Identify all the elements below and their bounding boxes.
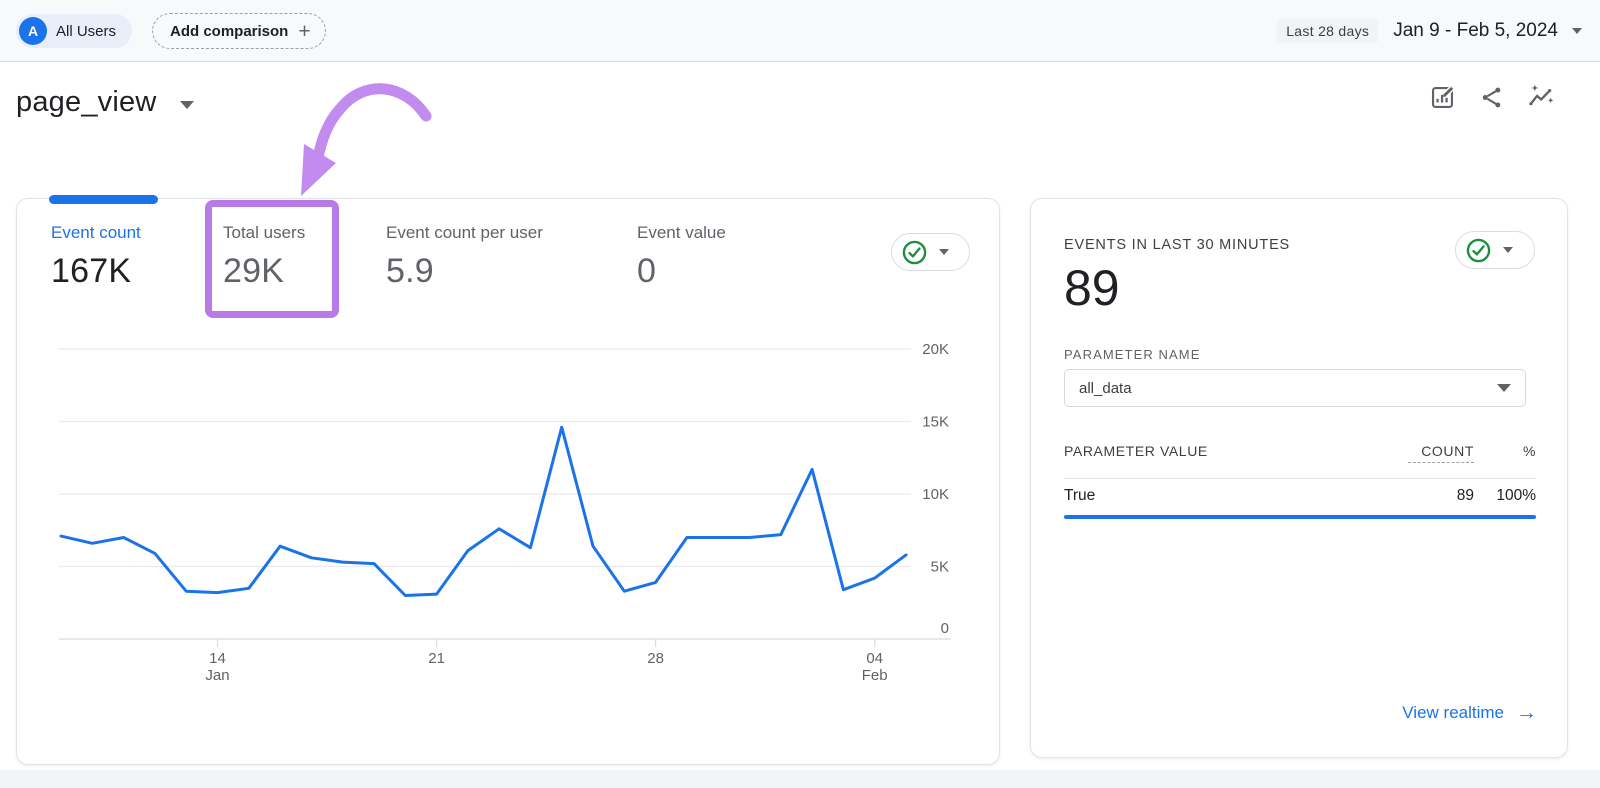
- count-header[interactable]: COUNT: [1408, 443, 1474, 463]
- y-tick-label: 20K: [922, 341, 949, 358]
- parameter-name-select[interactable]: all_data: [1064, 369, 1526, 407]
- percent-header: %: [1522, 443, 1536, 459]
- x-tick-label: 21: [428, 650, 445, 667]
- event-metrics-card: Event count 167K Total users 29K Event c…: [16, 195, 1000, 765]
- x-tick-label: Feb: [862, 667, 888, 684]
- page-title: page_view: [16, 86, 157, 118]
- caret-down-icon: [1503, 247, 1513, 253]
- realtime-value: 89: [1064, 260, 1120, 316]
- metric-value: 5.9: [386, 252, 434, 290]
- x-tick-label: 04: [866, 650, 883, 667]
- metric-tab-event-count-per-user[interactable]: Event count per user 5.9: [386, 223, 543, 291]
- caret-down-icon: [1572, 28, 1582, 34]
- plus-icon: +: [298, 19, 311, 43]
- x-tick-label: 14: [209, 650, 226, 667]
- event-selector-caret-icon[interactable]: [180, 101, 194, 109]
- metric-label: Event count per user: [386, 223, 543, 242]
- metric-tab-event-value[interactable]: Event value 0: [637, 223, 726, 291]
- audience-label: All Users: [56, 22, 117, 40]
- caret-down-icon: [939, 249, 949, 255]
- parameter-value-header: PARAMETER VALUE: [1064, 443, 1208, 459]
- y-tick-label: 15K: [922, 414, 949, 431]
- add-comparison-button[interactable]: Add comparison +: [152, 13, 326, 49]
- parameter-name-value: all_data: [1079, 379, 1132, 397]
- audience-chip[interactable]: A All Users: [16, 14, 133, 48]
- annotation-arrow: [301, 83, 432, 196]
- check-circle-icon: [902, 240, 927, 264]
- y-tick-label: 10K: [922, 486, 949, 503]
- metric-label: Event value: [637, 223, 726, 242]
- realtime-title: EVENTS IN LAST 30 MINUTES: [1064, 237, 1291, 253]
- percent-cell: 100%: [1496, 487, 1536, 504]
- share-icon-button[interactable]: [1478, 84, 1505, 111]
- metric-label: Total users: [223, 223, 306, 242]
- metrics-status-dropdown[interactable]: [891, 233, 970, 271]
- date-preset-badge: Last 28 days: [1277, 19, 1379, 43]
- date-range-picker[interactable]: Last 28 days Jan 9 - Feb 5, 2024: [1277, 14, 1582, 48]
- x-tick-label: Jan: [205, 667, 229, 684]
- metric-label: Event count: [51, 223, 141, 242]
- metric-tab-total-users[interactable]: Total users 29K: [223, 223, 305, 291]
- arrow-right-icon: →: [1516, 701, 1537, 724]
- metric-tab-event-count[interactable]: Event count 167K: [51, 223, 141, 291]
- event-trend-chart: 0 5K 10K 15K 20K 14Jan 21 28 04Feb: [59, 341, 951, 684]
- metric-value: 167K: [51, 252, 132, 290]
- caret-down-icon: [1497, 384, 1511, 392]
- parameter-value-cell: True: [1064, 487, 1096, 504]
- view-realtime-link[interactable]: View realtime →: [1402, 701, 1537, 725]
- count-cell: 89: [1456, 487, 1474, 504]
- parameter-table-header: PARAMETER VALUE COUNT %: [1064, 443, 1536, 463]
- trend-line: [59, 425, 908, 597]
- page-bottom-edge: [0, 770, 1600, 788]
- metric-value: 0: [637, 252, 657, 290]
- header-actions: [1429, 84, 1554, 111]
- metric-value: 29K: [223, 252, 285, 290]
- realtime-card: EVENTS IN LAST 30 MINUTES 89 PARAMETER N…: [1030, 198, 1568, 758]
- y-tick-label: 5K: [931, 559, 949, 576]
- date-range-label: Jan 9 - Feb 5, 2024: [1393, 20, 1558, 41]
- parameter-name-label: PARAMETER NAME: [1064, 347, 1201, 362]
- table-row: True 89 100%: [1064, 487, 1536, 505]
- ga4-event-page: A All Users Add comparison + Last 28 day…: [0, 0, 1600, 788]
- view-realtime-label: View realtime: [1402, 703, 1504, 722]
- table-divider: [1064, 478, 1536, 479]
- insights-icon-button[interactable]: [1527, 84, 1554, 111]
- active-tab-indicator: [49, 195, 158, 204]
- percent-bar: [1064, 515, 1536, 519]
- realtime-status-dropdown[interactable]: [1455, 231, 1535, 269]
- y-tick-label: 0: [941, 620, 949, 637]
- topbar: A All Users Add comparison + Last 28 day…: [0, 0, 1600, 62]
- edit-chart-icon-button[interactable]: [1429, 84, 1456, 111]
- check-circle-icon: [1466, 238, 1491, 262]
- x-tick-label: 28: [647, 650, 664, 667]
- avatar: A: [19, 17, 47, 45]
- add-comparison-label: Add comparison: [170, 22, 289, 40]
